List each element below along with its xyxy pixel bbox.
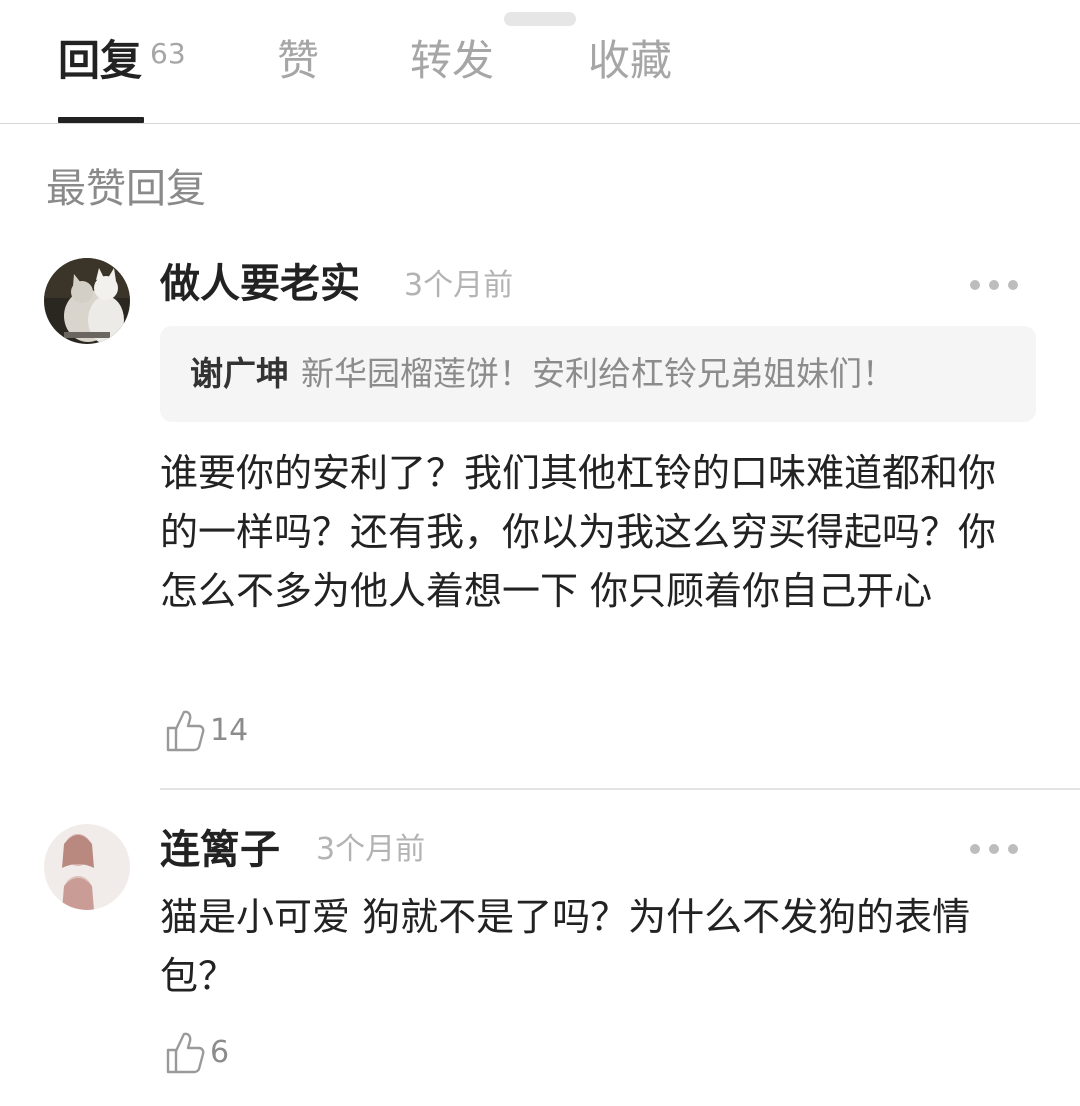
- quoted-reply[interactable]: 谢广坤 新华园榴莲饼！安利给杠铃兄弟姐妹们！: [160, 326, 1036, 422]
- portrait-avatar-image: [44, 824, 130, 910]
- avatar[interactable]: [44, 824, 130, 910]
- thumbs-up-icon: [166, 1032, 205, 1074]
- username[interactable]: 做人要老实: [160, 257, 360, 311]
- timestamp: 3个月前: [316, 832, 426, 867]
- more-dots-icon: [970, 280, 980, 290]
- quote-author[interactable]: 谢广坤: [190, 354, 289, 393]
- quote-text: 新华园榴莲饼！安利给杠铃兄弟姐妹们！: [301, 354, 895, 393]
- tab-likes-label: 赞: [277, 36, 320, 85]
- like-count: 6: [210, 1035, 230, 1070]
- tab-likes[interactable]: 赞: [277, 34, 319, 88]
- more-options-button[interactable]: [970, 843, 1018, 855]
- tab-reposts-label: 转发: [410, 36, 495, 85]
- like-count: 14: [210, 713, 249, 748]
- cat-avatar-image: [44, 258, 130, 344]
- thumbs-up-icon: [166, 710, 205, 752]
- like-button[interactable]: 6: [164, 1030, 229, 1076]
- tab-replies[interactable]: 回复: [58, 34, 142, 88]
- like-button[interactable]: 14: [164, 708, 248, 754]
- more-options-button[interactable]: [970, 279, 1018, 291]
- comment-body: 猫是小可爱 狗就不是了吗？为什么不发狗的表情包？: [160, 895, 971, 998]
- active-tab-indicator: [58, 117, 144, 123]
- comment-body: 谁要你的安利了？我们其他杠铃的口味难道都和你的一样吗？还有我，你以为我这么穷买得…: [160, 451, 997, 613]
- tab-bar: 回复 63 赞 转发 收藏: [0, 0, 1080, 124]
- tab-reposts[interactable]: 转发: [410, 34, 494, 88]
- username[interactable]: 连篱子: [160, 823, 280, 877]
- section-title: 最赞回复: [46, 166, 206, 212]
- timestamp: 3个月前: [404, 268, 514, 303]
- more-dots-icon: [970, 844, 980, 854]
- avatar[interactable]: [44, 258, 130, 344]
- tab-favorites[interactable]: 收藏: [588, 34, 672, 88]
- tab-replies-label: 回复: [58, 36, 143, 85]
- tab-replies-count: 63: [150, 37, 186, 70]
- divider: [160, 788, 1080, 790]
- tab-favorites-label: 收藏: [588, 36, 673, 85]
